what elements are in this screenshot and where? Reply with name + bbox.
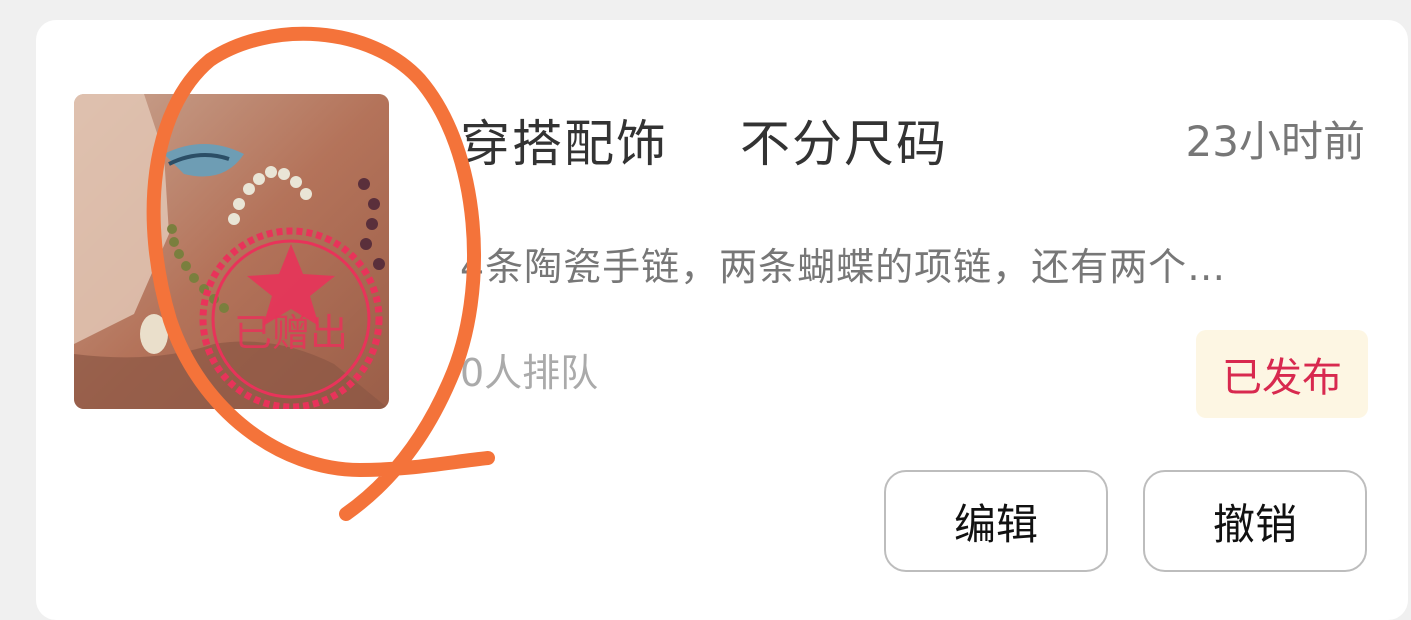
status-badge: 已发布	[1196, 330, 1368, 418]
category-label: 穿搭配饰	[460, 115, 668, 173]
size-label: 不分尺码	[740, 115, 948, 173]
item-thumbnail[interactable]: 已赠出	[74, 94, 389, 409]
stamp-label: 已赠出	[234, 311, 348, 355]
thumbnail-photo: 已赠出	[74, 94, 389, 409]
revoke-button[interactable]: 撤销	[1143, 470, 1367, 572]
time-ago: 23小时前	[1185, 117, 1365, 166]
item-title: 穿搭配饰 不分尺码	[460, 104, 948, 176]
queue-count: 0人排队	[460, 351, 599, 395]
edit-button[interactable]: 编辑	[884, 470, 1108, 572]
item-description: 4条陶瓷手链，两条蝴蝶的项链，还有两个…	[460, 245, 1227, 289]
